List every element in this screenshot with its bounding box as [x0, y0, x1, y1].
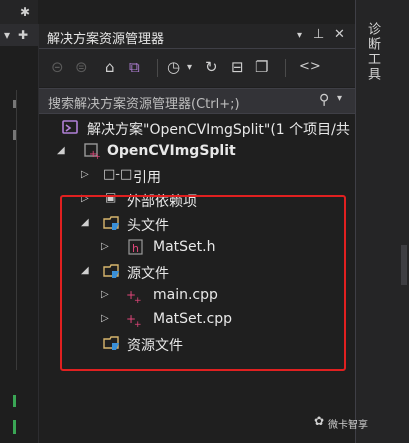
search-input[interactable]: 搜索解决方案资源管理器(Ctrl+;) [48, 93, 240, 112]
toolbar-separator [285, 59, 286, 77]
ide-window: ✱ ▾ ✚ 解决方案资源管理器 ▾ ⊥ ✕ ⊝ ⊜ ⌂ ⧉ ◷ ▾ ↻ ⊟ ❐ … [0, 0, 409, 443]
diagnostic-tools-tab[interactable]: 诊断工具 [364, 22, 382, 82]
svg-text:+: + [94, 152, 101, 160]
search-options-icon[interactable]: ▾ [337, 93, 342, 104]
code-icon[interactable]: <> [299, 59, 321, 74]
tree-item-project[interactable]: ◢ + + OpenCVImgSplit [39, 140, 355, 164]
search-icon[interactable]: ⚲ [319, 92, 329, 108]
split-icon[interactable]: ✚ [18, 28, 28, 42]
references-icon: □-□ [103, 167, 133, 182]
left-editor-strip [0, 24, 39, 443]
left-editor-tab[interactable]: ✱ [0, 0, 38, 25]
left-editor-toolbar: ▾ ✚ [0, 24, 38, 46]
tree-label-project: OpenCVImgSplit [107, 143, 236, 159]
dropdown-icon[interactable]: ▾ [187, 62, 192, 73]
wechat-icon: ✿ [314, 414, 325, 428]
gear-icon[interactable]: ✱ [20, 5, 30, 19]
dropdown-arrow-icon[interactable]: ▾ [297, 30, 302, 41]
collapse-all-icon[interactable]: ⊟ [231, 58, 244, 76]
back-icon[interactable]: ⊝ [51, 58, 64, 76]
solution-search-bar[interactable]: 搜索解决方案资源管理器(Ctrl+;) ⚲ ▾ [39, 88, 355, 114]
solution-explorer-toolbar: ⊝ ⊜ ⌂ ⧉ ◷ ▾ ↻ ⊟ ❐ <> [39, 49, 355, 87]
right-scrollbar[interactable] [401, 245, 407, 285]
right-tool-strip: 诊断工具 [355, 0, 409, 443]
vs-switch-icon[interactable]: ⧉ [129, 58, 140, 76]
tree-item-solution[interactable]: 解决方案"OpenCVImgSplit"(1 个项目/共 [39, 116, 355, 140]
change-marker [13, 420, 16, 434]
dropdown-icon[interactable]: ▾ [4, 28, 10, 42]
close-icon[interactable]: ✕ [334, 27, 345, 42]
show-all-files-icon[interactable]: ❐ [255, 58, 268, 76]
tree-item-references[interactable]: ▷ □-□ 引用 [39, 164, 355, 188]
change-marker [13, 395, 16, 407]
collapsed-triangle-icon[interactable]: ▷ [81, 169, 89, 180]
solution-icon [62, 120, 78, 134]
highlight-annotation [60, 195, 346, 371]
watermark-text: 微卡智享 [328, 420, 368, 431]
tree-label-solution: 解决方案"OpenCVImgSplit"(1 个项目/共 [87, 122, 350, 138]
history-icon[interactable]: ◷ [167, 58, 180, 76]
change-marker [13, 130, 16, 140]
tree-label-references: 引用 [133, 170, 161, 186]
editor-guide-line [16, 90, 17, 370]
panel-title: 解决方案资源管理器 [47, 32, 165, 47]
home-icon[interactable]: ⌂ [105, 58, 115, 76]
toolbar-separator [157, 59, 158, 77]
solution-explorer-titlebar: 解决方案资源管理器 ▾ ⊥ ✕ [39, 24, 355, 49]
cpp-project-icon: + + [84, 143, 101, 160]
pin-icon[interactable]: ⊥ [313, 27, 324, 42]
refresh-icon[interactable]: ↻ [205, 58, 218, 76]
expanded-triangle-icon[interactable]: ◢ [57, 145, 65, 156]
forward-icon[interactable]: ⊜ [75, 58, 88, 76]
change-marker [13, 100, 16, 108]
